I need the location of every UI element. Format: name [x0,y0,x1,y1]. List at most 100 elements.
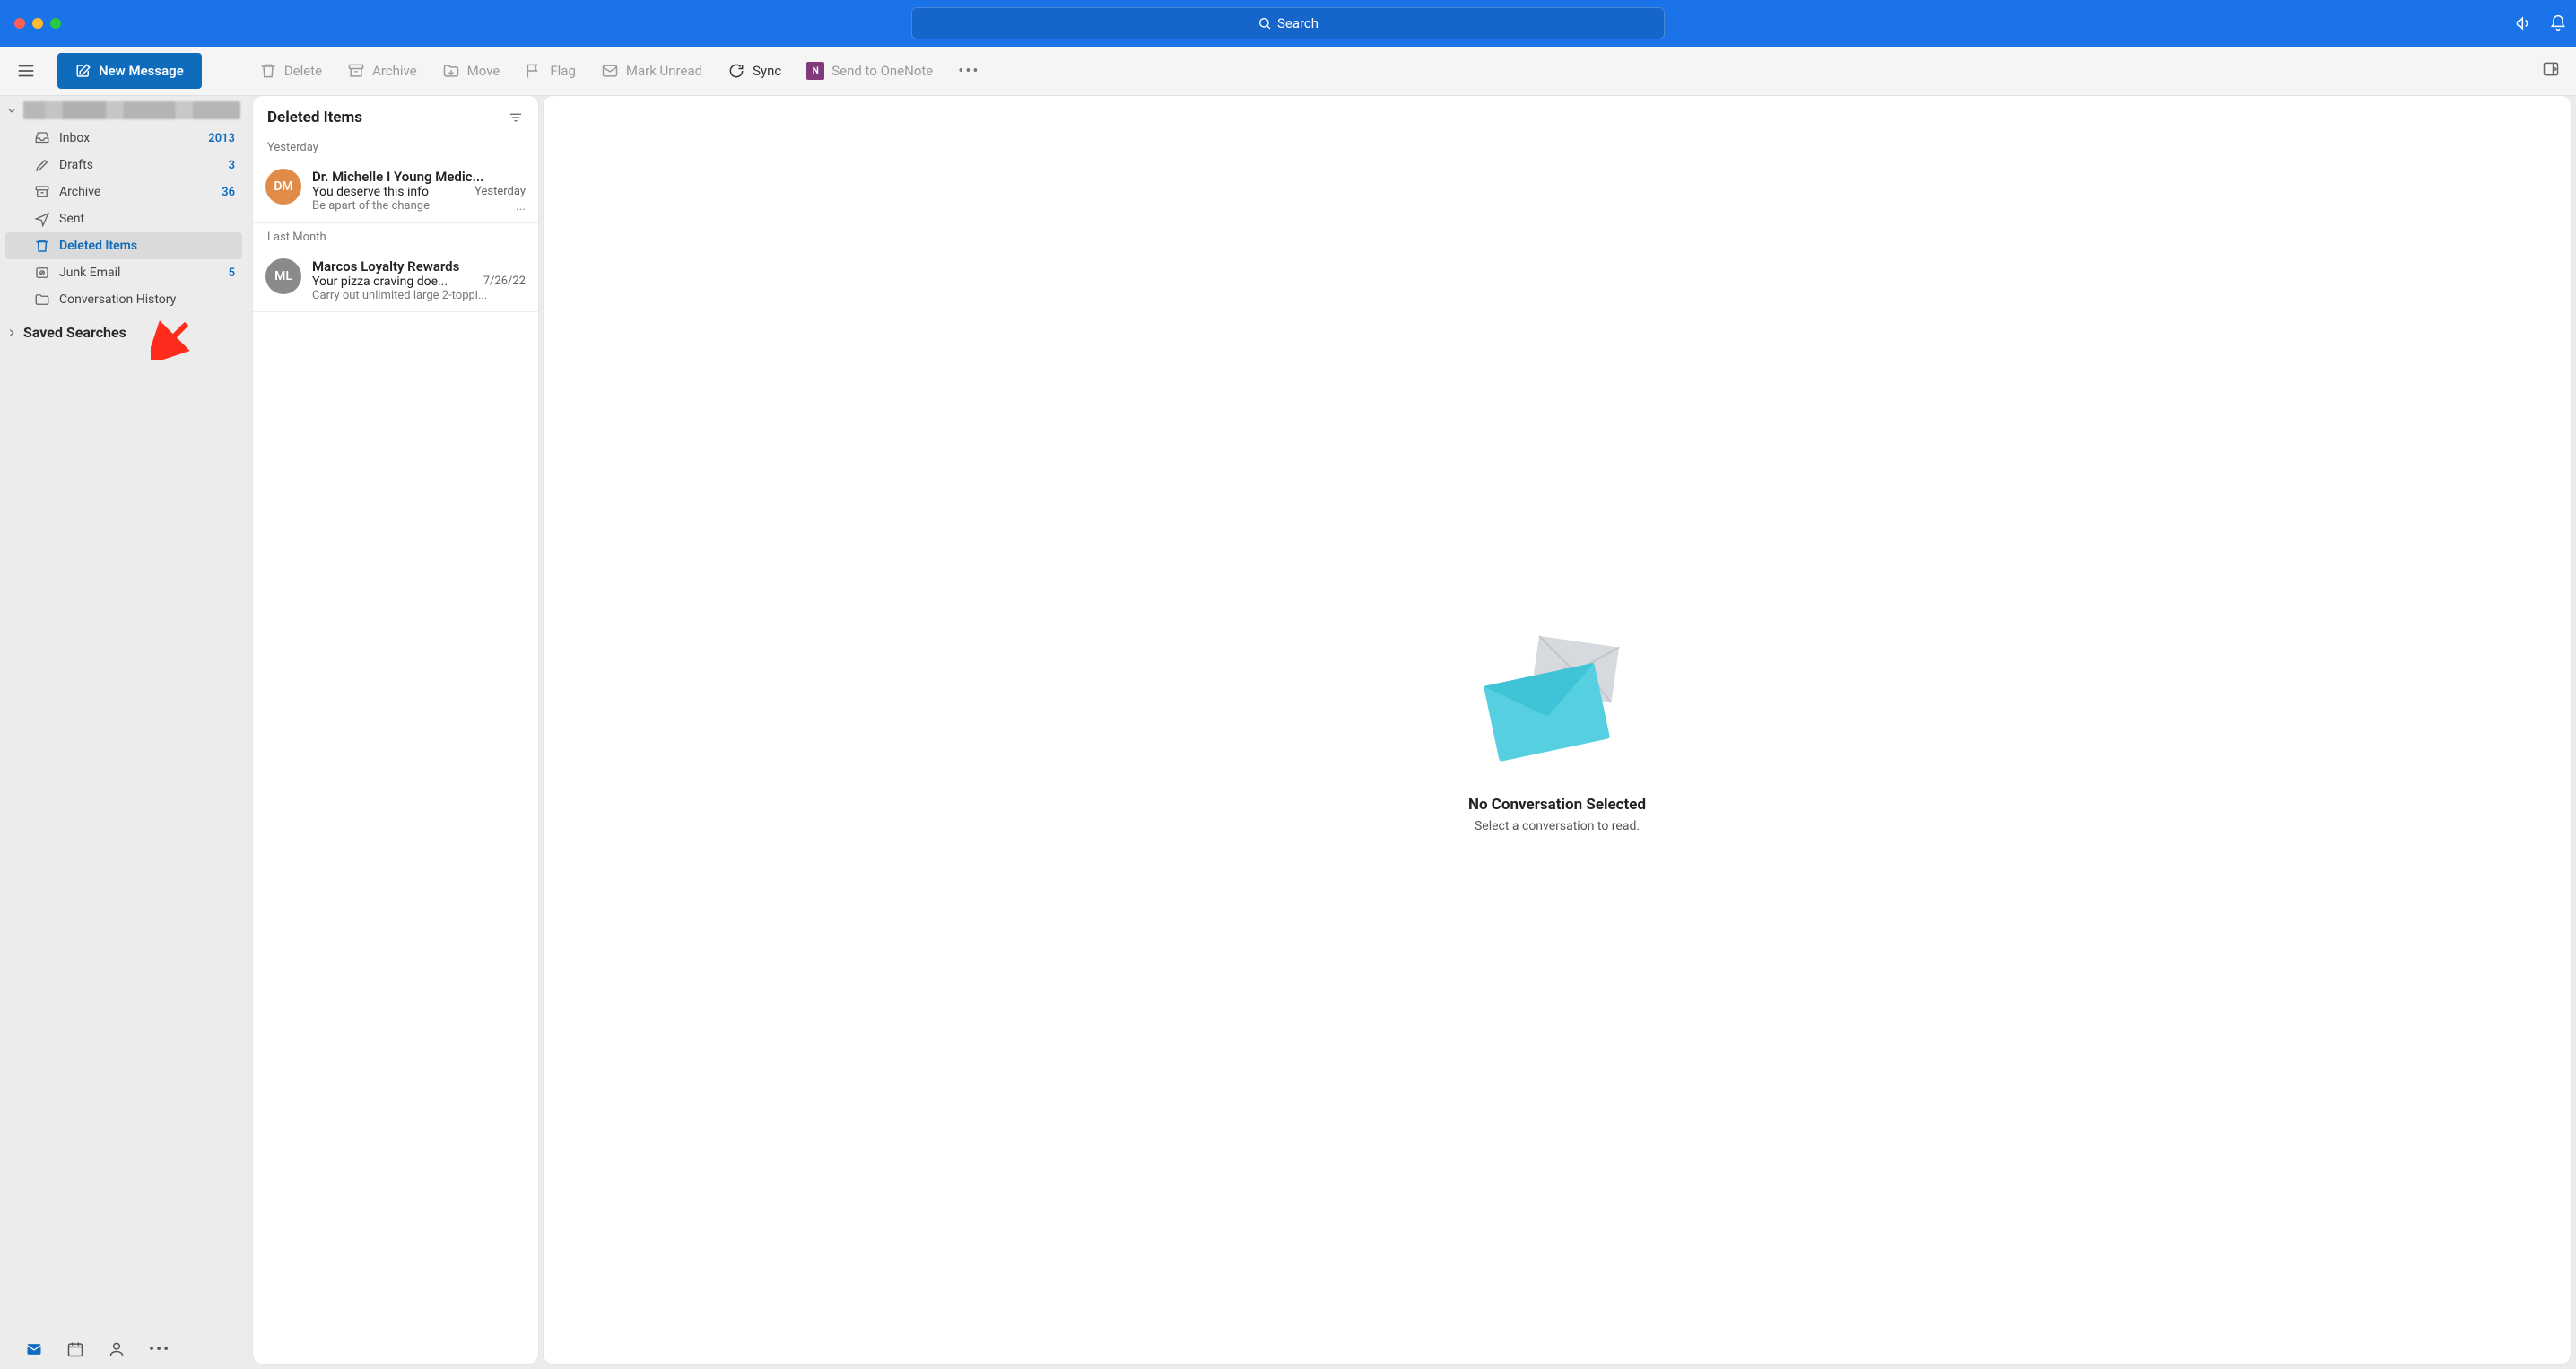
window-controls [14,18,61,29]
message-item[interactable]: ML Marcos Loyalty Rewards Your pizza cra… [253,249,538,312]
mark-unread-label: Mark Unread [626,63,702,79]
move-icon [442,62,460,80]
message-list: Deleted Items Yesterday DM Dr. Michelle … [253,96,538,1364]
saved-searches-label: Saved Searches [23,324,126,341]
calendar-nav-icon[interactable] [66,1340,84,1358]
folder-label: Drafts [59,158,220,172]
panel-toggle-icon[interactable] [2542,60,2560,78]
message-subject: You deserve this info [312,185,467,199]
message-preview: Carry out unlimited large 2-toppi... [312,289,518,302]
drafts-icon [34,157,50,173]
minimize-window-button[interactable] [32,18,43,29]
message-subject: Your pizza craving doe... [312,275,476,289]
avatar: ML [265,258,301,294]
sidebar-item-junk[interactable]: Junk Email 5 [0,259,248,286]
saved-searches-row[interactable]: Saved Searches [0,313,248,346]
sidebar-item-inbox[interactable]: Inbox 2013 [0,125,248,152]
empty-state-subtitle: Select a conversation to read. [1475,819,1640,833]
sent-icon [34,211,50,227]
avatar: DM [265,169,301,205]
message-group-label: Last Month [253,223,538,249]
bell-icon[interactable] [2549,14,2567,32]
archive-folder-icon [34,184,50,200]
close-window-button[interactable] [14,18,25,29]
mail-icon [601,62,619,80]
move-button[interactable]: Move [442,62,500,80]
megaphone-icon[interactable] [2515,14,2533,32]
folder-label: Junk Email [59,266,220,280]
avatar-initials: ML [274,269,292,283]
send-onenote-button[interactable]: N Send to OneNote [806,62,933,80]
flag-button[interactable]: Flag [525,62,576,80]
message-group-label: Yesterday [253,134,538,160]
folder-list: Inbox 2013 Drafts 3 Archive 36 Sent Dele… [0,125,248,313]
junk-icon [34,265,50,281]
folder-label: Conversation History [59,292,226,307]
compose-icon [75,63,91,79]
folder-label: Sent [59,212,226,226]
folder-label: Deleted Items [59,239,226,253]
message-item[interactable]: DM Dr. Michelle I Young Medic... You des… [253,160,538,223]
message-date: Yesterday [474,185,526,199]
send-onenote-label: Send to OneNote [831,63,933,79]
trash-icon [259,62,277,80]
avatar-initials: DM [274,179,292,194]
folder-icon [34,292,50,308]
new-message-label: New Message [99,63,184,79]
search-icon [1258,16,1272,31]
people-nav-icon[interactable] [108,1340,126,1358]
inbox-icon [34,130,50,146]
message-sender: Dr. Michelle I Young Medic... [312,169,526,185]
toolbar: New Message Delete Archive Move Flag Mar… [0,47,2576,96]
archive-label: Archive [372,63,417,79]
search-input[interactable]: Search [911,7,1665,39]
folder-count: 36 [222,186,235,199]
folder-count: 5 [229,266,235,280]
chevron-right-icon [5,327,18,339]
more-actions-button[interactable]: ••• [958,62,979,81]
sidebar-item-drafts[interactable]: Drafts 3 [0,152,248,179]
move-label: Move [467,63,500,79]
main-content: Inbox 2013 Drafts 3 Archive 36 Sent Dele… [0,96,2576,1369]
titlebar: Search [0,0,2576,47]
delete-button[interactable]: Delete [259,62,322,80]
empty-state-illustration [1476,627,1638,780]
chevron-down-icon [5,104,18,117]
sidebar: Inbox 2013 Drafts 3 Archive 36 Sent Dele… [0,96,248,1369]
message-sender: Marcos Loyalty Rewards [312,258,526,275]
folder-count: 2013 [208,132,235,145]
sidebar-item-deleted[interactable]: Deleted Items [5,232,242,259]
sync-icon [727,62,745,80]
sync-button[interactable]: Sync [727,62,781,80]
account-row[interactable] [0,96,248,125]
message-preview: Be apart of the change [312,199,509,214]
reading-pane: No Conversation Selected Select a conver… [544,96,2571,1364]
folder-label: Archive [59,185,213,199]
archive-icon [347,62,365,80]
sidebar-item-sent[interactable]: Sent [0,205,248,232]
account-name-redacted [23,101,240,119]
filter-icon[interactable] [508,109,524,126]
message-list-header: Deleted Items [253,96,538,134]
message-list-title: Deleted Items [267,109,362,126]
folder-count: 3 [229,159,235,172]
onenote-icon: N [806,62,824,80]
message-date: 7/26/22 [483,275,526,289]
more-nav-button[interactable]: ••• [149,1340,170,1358]
search-placeholder: Search [1277,15,1318,31]
flag-label: Flag [550,63,576,79]
trash-icon [34,238,50,254]
sidebar-item-conversation-history[interactable]: Conversation History [0,286,248,313]
sidebar-item-archive[interactable]: Archive 36 [0,179,248,205]
message-more-icon[interactable]: ... [516,199,526,214]
folder-label: Inbox [59,131,199,145]
delete-label: Delete [284,63,322,79]
empty-state-title: No Conversation Selected [1468,796,1646,814]
maximize-window-button[interactable] [50,18,61,29]
archive-button[interactable]: Archive [347,62,417,80]
new-message-button[interactable]: New Message [57,53,202,89]
menu-icon[interactable] [16,61,36,81]
mark-unread-button[interactable]: Mark Unread [601,62,702,80]
mail-nav-icon[interactable] [25,1340,43,1358]
sync-label: Sync [753,63,781,79]
